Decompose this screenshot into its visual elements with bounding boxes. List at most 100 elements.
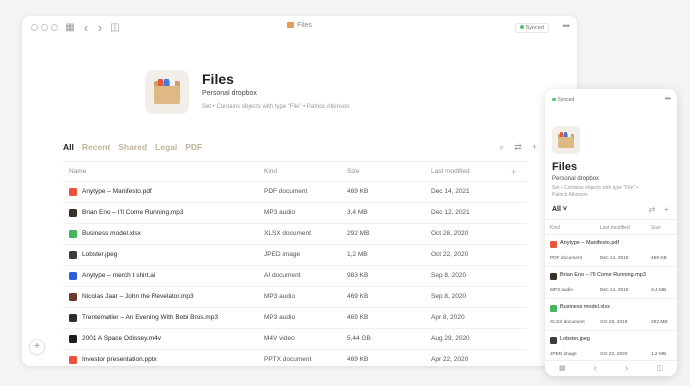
add-icon[interactable]: + [664,205,669,214]
file-size: 292 MB [651,320,668,325]
table-tools: ⌕ ⇄ + [499,142,537,153]
folder-icon [287,22,295,28]
file-kind: PPTX document [264,356,312,363]
forward-icon[interactable]: › [625,361,628,376]
view-selector[interactable]: All ˅ [552,206,567,213]
table-row[interactable]: Business model.xlsx XLSX document 292 MB Oc… [63,224,527,245]
title-bar: ▦ ‹ › ◫ Files Synced ••• [22,16,577,40]
file-name: Business model.xlsx [82,230,141,237]
file-size: 292 MB [347,230,370,237]
file-modified: Dec 14, 2021 [431,188,470,195]
file-kind: PDF document [550,256,582,261]
more-icon[interactable]: ••• [665,94,671,103]
file-kind: AI document [264,272,301,279]
file-modified: Oct 22, 2020 [431,251,469,258]
table-header: Kind Last modified Size [545,219,677,235]
file-modified: Dec 14, 2019 [600,256,629,261]
column-name[interactable]: Name [69,162,86,182]
bottom-nav: ▦ ‹ › ◫ [545,360,677,376]
file-modified: Oct 28, 2020 [431,230,469,237]
column-last-modified[interactable]: Last modified [600,225,630,231]
table-row[interactable]: Lobster.jpeg JPED image 1,2 MB Oct 22, 2020 [63,245,527,266]
file-modified: Sep 8, 2020 [431,293,467,300]
column-kind[interactable]: Kind [550,225,560,231]
add-column-icon[interactable]: + [511,162,516,182]
file-type-icon [69,335,77,343]
tab-legal[interactable]: Legal [155,142,177,152]
file-size: 469 KB [347,356,369,363]
file-modified: Sep 8, 2020 [431,272,467,279]
tab-shared[interactable]: Shared [118,142,147,152]
table-row[interactable]: Investor presentation.pptx PPTX document 4… [63,350,527,366]
column-size[interactable]: Size [347,162,360,182]
file-kind: JPED image [264,251,301,258]
file-size: 469 KB [347,293,369,300]
folder-icon [145,70,189,114]
file-name: Anytype – Manifesto.pdf [82,188,152,195]
table-row[interactable]: Anytype – merch t shirt.ai AI document 983… [63,266,527,287]
tab-all[interactable]: All [63,142,74,152]
table-row[interactable]: Anytype – Manifesto.pdf PDF document 469 K… [63,182,527,203]
page-meta: Set • Contains objects with type “File” … [552,185,639,198]
file-name: 2001 A Space Odissey.m4v [82,335,162,342]
file-size: 1,2 MB [651,352,667,357]
file-modified: Oct 28, 2019 [600,320,628,325]
search-icon[interactable]: ⌕ [499,142,504,153]
file-table: Anytype – Manifesto.pdf PDF document 469 K… [63,182,527,366]
file-name: Trentemøller – An Evening With Bobi Bros… [82,314,218,321]
file-kind: M4V video [264,335,295,342]
file-size: 469 KB [651,256,667,261]
column-kind[interactable]: Kind [264,162,277,182]
file-type-icon [550,273,557,280]
file-name: Nicolas Jaar – John the Revelator.mp3 [82,293,194,300]
window-title: Files [22,22,577,29]
file-type-icon [69,356,77,364]
file-name: Investor presentation.pptx [82,356,157,363]
file-list: Anytype – Manifesto.pdf PDF document Dec 1… [545,235,677,363]
table-header: Name Kind Size Last modified + [63,161,527,182]
file-modified: Apr 22, 2020 [431,356,469,363]
add-object-button[interactable]: + [29,339,45,355]
filter-icon[interactable]: ⇄ [649,205,656,214]
filter-icon[interactable]: ⇄ [514,142,522,153]
file-modified: Oct 22, 2020 [600,352,628,357]
add-icon[interactable]: + [532,142,537,153]
table-row[interactable]: Trentemøller – An Evening With Bobi Bros… [63,308,527,329]
table-row[interactable]: Nicolas Jaar – John the Revelator.mp3 MP3… [63,287,527,308]
page-subtitle: Personal dropbox [552,176,600,182]
view-tabs: All Recent Shared Legal PDF [63,142,202,152]
file-type-icon [69,188,77,196]
column-size[interactable]: Size [651,225,661,231]
page-title: Files [552,161,578,173]
file-size: 5,44 GB [347,335,371,342]
file-type-icon [69,293,77,301]
back-icon[interactable]: ‹ [594,361,597,376]
table-row[interactable]: 2001 A Space Odissey.m4v M4V video 5,44 GB… [63,329,527,350]
file-size: 3,4 MB [347,209,368,216]
list-item[interactable]: Business model.xlsx XLSX document Oct 28, … [545,299,677,331]
grid-icon[interactable]: ▦ [559,361,566,376]
tab-recent[interactable]: Recent [82,142,110,152]
file-name: Lobster.jpeg [560,336,590,342]
list-item[interactable]: Lobster.jpeg JPED image Oct 22, 2020 1,2 MB [545,331,677,363]
sidebar-toggle-icon[interactable]: ◫ [656,361,663,376]
table-tools: ⇄ + [649,205,669,214]
column-last-modified[interactable]: Last modified [431,162,470,182]
table-row[interactable]: Brian Eno – I’ll Come Running.mp3 MP3 aud… [63,203,527,224]
list-item[interactable]: Anytype – Manifesto.pdf PDF document Dec 1… [545,235,677,267]
file-type-icon [550,241,557,248]
file-kind: MP3 audio [550,288,573,293]
tab-pdf[interactable]: PDF [185,142,202,152]
file-kind: PDF document [264,188,308,195]
sync-dot-icon [519,25,524,29]
file-name: Lobster.jpeg [82,251,118,258]
file-type-icon [69,251,77,259]
more-icon[interactable]: ••• [563,21,571,31]
file-kind: MP3 audio [264,314,296,321]
list-item[interactable]: Brian Eno – I’ll Come Running.mp3 MP3 aud… [545,267,677,299]
page-subtitle: Personal dropbox [202,90,257,97]
file-size: 1,2 MB [347,251,368,258]
file-name: Brian Eno – I’ll Come Running.mp3 [82,209,184,216]
file-type-icon [69,272,77,280]
file-name: Anytype – Manifesto.pdf [560,240,620,246]
